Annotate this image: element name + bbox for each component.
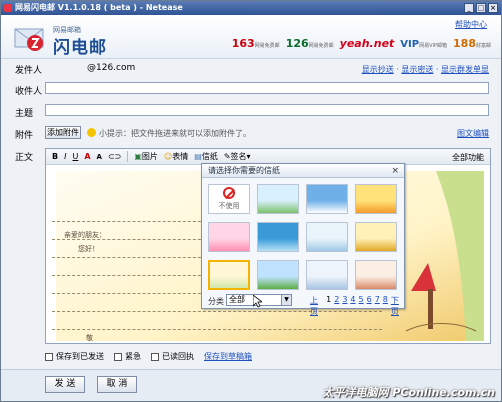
app-icon	[4, 4, 12, 12]
logo-vip[interactable]: VIP网易VIP邮箱	[400, 39, 447, 50]
action-bar: 发 送 取 消 太平洋电脑网 PConline.com.cn	[1, 369, 501, 401]
from-value: @126.com	[87, 63, 136, 73]
emoji-button[interactable]: ☺表情	[164, 151, 188, 162]
attach-tip: 小提示：把文件拖进来就可以添加附件了。	[99, 129, 251, 138]
watermark: 太平洋电脑网 PConline.com.cn	[322, 386, 495, 399]
page-5[interactable]: 5	[359, 295, 364, 317]
logo-163[interactable]: 163网易免费邮	[232, 37, 280, 50]
picker-title: 请选择你需要的信纸	[202, 164, 404, 178]
stationery-thumb-field[interactable]	[355, 222, 397, 252]
pen-icon: ✎	[223, 152, 231, 161]
logo-126[interactable]: 126网易免费邮	[286, 37, 334, 50]
page-1[interactable]: 1	[326, 295, 331, 317]
window-controls: _ □ ×	[464, 3, 498, 13]
send-options: 保存到已发送 紧急 已读回执 保存到草稿箱	[45, 351, 252, 362]
toolbar-divider	[127, 151, 129, 162]
signature-button[interactable]: ✎签名▾	[224, 151, 251, 162]
save-draft-link[interactable]: 保存到草稿箱	[204, 351, 252, 362]
stationery-thumb-sunset[interactable]	[355, 184, 397, 214]
urgent-option[interactable]: 紧急	[114, 351, 141, 362]
logo-yeah[interactable]: yeah.net	[340, 37, 395, 50]
page-7[interactable]: 7	[375, 295, 380, 317]
read-receipt-checkbox[interactable]	[151, 352, 159, 361]
to-label: 收件人	[15, 87, 43, 97]
no-entry-icon	[223, 187, 235, 199]
stationery-thumb-pink[interactable]	[208, 222, 250, 252]
italic-button[interactable]: I	[64, 152, 66, 161]
rich-edit-link[interactable]: 图文编辑	[457, 128, 489, 139]
all-features-button[interactable]: 全部功能	[452, 152, 484, 163]
app-header: 网易邮箱 闪电邮 帮助中心 163网易免费邮 126网易免费邮 yeah.net…	[1, 15, 501, 59]
font-color-button[interactable]: A	[84, 152, 90, 161]
window-title: 网易闪电邮 V1.1.0.18 ( beta ) - Netease	[15, 3, 183, 12]
subject-label: 主题	[15, 109, 34, 119]
header-options: 显示抄送 · 显示密送 · 显示群发单显	[361, 65, 489, 74]
page-6[interactable]: 6	[367, 295, 372, 317]
stationery-thumb-sky[interactable]	[306, 184, 348, 214]
stationery-thumb-flowers[interactable]	[257, 184, 299, 214]
add-attachment-button[interactable]: 添加附件	[45, 126, 81, 139]
close-icon[interactable]: ×	[391, 166, 399, 176]
font-size-button[interactable]: A	[97, 153, 102, 161]
stationery-thumb-sea[interactable]	[257, 222, 299, 252]
page-4[interactable]: 4	[350, 295, 355, 317]
brand-name: 闪电邮	[53, 38, 107, 58]
underline-button[interactable]: U	[72, 152, 78, 161]
letter-closing: 敬	[86, 334, 93, 342]
page-8[interactable]: 8	[383, 295, 388, 317]
attach-label: 附件	[15, 131, 34, 141]
save-sent-option[interactable]: 保存到已发送	[45, 351, 104, 362]
category-label: 分类	[208, 297, 224, 306]
urgent-checkbox[interactable]	[114, 352, 122, 361]
image-icon: ▣	[134, 152, 142, 161]
logo-icon	[14, 28, 44, 51]
partner-logos: 163网易免费邮 126网易免费邮 yeah.net VIP网易VIP邮箱 18…	[232, 37, 491, 50]
chevron-down-icon: ▼	[281, 295, 291, 305]
read-receipt-option[interactable]: 已读回执	[151, 351, 194, 362]
from-label: 发件人	[15, 66, 43, 76]
stationery-thumb-lined[interactable]	[306, 260, 348, 290]
page-2[interactable]: 2	[334, 295, 339, 317]
show-cc-link[interactable]: 显示抄送	[362, 65, 394, 74]
send-button[interactable]: 发 送	[45, 376, 85, 393]
stationery-icon: ▤	[194, 152, 202, 161]
maximize-button[interactable]: □	[476, 3, 486, 13]
stationery-thumb-none[interactable]: 不使用	[208, 184, 250, 214]
bold-button[interactable]: B	[52, 152, 58, 161]
stationery-button[interactable]: ▤信纸	[194, 151, 218, 162]
tip-icon	[87, 128, 96, 137]
show-group-link[interactable]: 显示群发单显	[441, 65, 489, 74]
stationery-pager: 上页 1 2 3 4 5 6 7 8 下页	[310, 295, 404, 317]
body-label: 正文	[15, 153, 34, 163]
to-input[interactable]	[45, 82, 489, 94]
mail-window: 网易闪电邮 V1.1.0.18 ( beta ) - Netease _ □ ×…	[0, 0, 502, 402]
page-3[interactable]: 3	[342, 295, 347, 317]
logo-188[interactable]: 188财富邮	[453, 37, 491, 50]
mouse-cursor-icon	[253, 295, 262, 308]
emoji-icon: ☺	[163, 152, 173, 161]
subject-input[interactable]	[45, 104, 489, 116]
letter-line: 您好！	[78, 245, 99, 253]
cancel-button[interactable]: 取 消	[97, 376, 137, 393]
save-sent-checkbox[interactable]	[45, 352, 53, 361]
close-button[interactable]: ×	[488, 3, 498, 13]
stationery-thumb-frame[interactable]	[355, 260, 397, 290]
title-bar: 网易闪电邮 V1.1.0.18 ( beta ) - Netease _ □ ×	[1, 1, 501, 15]
stationery-thumb-meadow[interactable]	[257, 260, 299, 290]
link-icon[interactable]: ⊂⊃	[108, 152, 121, 161]
image-button[interactable]: ▣图片	[134, 151, 158, 162]
stationery-thumb-snow[interactable]	[306, 222, 348, 252]
letter-rule	[52, 329, 382, 330]
minimize-button[interactable]: _	[464, 3, 474, 13]
help-center-link[interactable]: 帮助中心	[455, 19, 487, 30]
prev-page-link[interactable]: 上页	[310, 295, 323, 317]
show-bcc-link[interactable]: 显示密送	[401, 65, 433, 74]
stationery-grid: 不使用	[208, 184, 397, 290]
letter-greeting: 亲爱的朋友：	[64, 231, 106, 239]
stationery-thumb-tree[interactable]	[208, 260, 250, 290]
stationery-picker: 请选择你需要的信纸 × 不使用 分类 全部 ▼ 上页 1 2 3 4 5 6 7…	[201, 163, 405, 316]
no-stationery-label: 不使用	[218, 202, 240, 210]
next-page-link[interactable]: 下页	[391, 295, 404, 317]
